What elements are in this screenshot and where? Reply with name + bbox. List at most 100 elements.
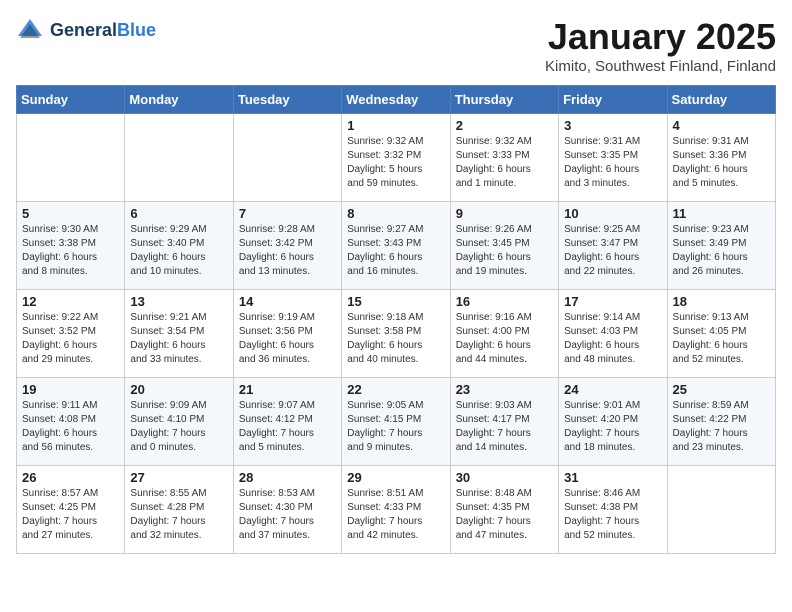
day-cell: 13Sunrise: 9:21 AM Sunset: 3:54 PM Dayli… [125,290,233,378]
day-number: 9 [456,206,553,221]
day-cell: 15Sunrise: 9:18 AM Sunset: 3:58 PM Dayli… [342,290,450,378]
weekday-header-saturday: Saturday [667,86,775,114]
day-info: Sunrise: 9:32 AM Sunset: 3:33 PM Dayligh… [456,136,532,189]
day-cell: 12 Sunrise: 9:22 AM Sunset: 3:52 PM Dayli… [17,290,125,378]
day-cell: 24 Sunrise: 9:01 AM Sunset: 4:20 PM Dayli… [559,378,667,466]
day-number: 28 [239,470,336,485]
day-number: 21 [239,382,336,397]
day-cell: 21 Sunrise: 9:07 AM Sunset: 4:12 PM Dayli… [233,378,341,466]
day-cell: 26Sunrise: 8:57 AM Sunset: 4:25 PM Dayli… [17,466,125,554]
day-info: Sunrise: 9:31 AM Sunset: 3:35 PM Dayligh… [564,136,640,189]
day-cell [17,114,125,202]
day-cell: 27Sunrise: 8:55 AM Sunset: 4:28 PM Dayli… [125,466,233,554]
day-cell: 2 Sunrise: 9:32 AM Sunset: 3:33 PM Daylig… [450,114,558,202]
day-info: Sunrise: 9:27 AM Sunset: 3:43 PM Dayligh… [347,224,423,277]
day-cell [233,114,341,202]
day-info: Sunrise: 9:30 AM Sunset: 3:38 PM Dayligh… [22,224,98,277]
day-number: 25 [673,382,770,397]
day-info: Sunrise: 9:29 AM Sunset: 3:40 PM Dayligh… [130,224,206,277]
day-info: Sunrise: 9:09 AM Sunset: 4:10 PM Dayligh… [130,400,206,453]
weekday-header-friday: Friday [559,86,667,114]
day-cell: 14Sunrise: 9:19 AM Sunset: 3:56 PM Dayli… [233,290,341,378]
day-info: Sunrise: 8:55 AM Sunset: 4:28 PM Dayligh… [130,488,206,541]
day-cell: 5 Sunrise: 9:30 AM Sunset: 3:38 PM Daylig… [17,202,125,290]
logo: GeneralBlue [16,16,156,44]
day-info: Sunrise: 8:59 AM Sunset: 4:22 PM Dayligh… [673,400,749,453]
day-cell: 29Sunrise: 8:51 AM Sunset: 4:33 PM Dayli… [342,466,450,554]
day-number: 18 [673,294,770,309]
day-info: Sunrise: 9:03 AM Sunset: 4:17 PM Dayligh… [456,400,532,453]
day-number: 24 [564,382,661,397]
day-cell: 9 Sunrise: 9:26 AM Sunset: 3:45 PM Daylig… [450,202,558,290]
day-number: 12 [22,294,119,309]
week-row-1: 1Sunrise: 9:32 AM Sunset: 3:32 PM Daylig… [17,114,776,202]
day-info: Sunrise: 9:28 AM Sunset: 3:42 PM Dayligh… [239,224,315,277]
day-number: 6 [130,206,227,221]
page-header: GeneralBlue January 2025 Kimito, Southwe… [16,16,776,75]
weekday-header-monday: Monday [125,86,233,114]
week-row-3: 12 Sunrise: 9:22 AM Sunset: 3:52 PM Dayli… [17,290,776,378]
day-info: Sunrise: 9:25 AM Sunset: 3:47 PM Dayligh… [564,224,640,277]
day-cell: 19 Sunrise: 9:11 AM Sunset: 4:08 PM Dayli… [17,378,125,466]
day-info: Sunrise: 9:05 AM Sunset: 4:15 PM Dayligh… [347,400,423,453]
day-number: 7 [239,206,336,221]
month-title: January 2025 [545,16,776,58]
weekday-header-thursday: Thursday [450,86,558,114]
day-number: 23 [456,382,553,397]
day-cell: 6 Sunrise: 9:29 AM Sunset: 3:40 PM Daylig… [125,202,233,290]
day-cell: 20Sunrise: 9:09 AM Sunset: 4:10 PM Dayli… [125,378,233,466]
day-info: Sunrise: 9:07 AM Sunset: 4:12 PM Dayligh… [239,400,315,453]
logo-text: GeneralBlue [50,20,156,41]
logo-general: General [50,20,117,40]
logo-icon [16,16,44,44]
day-info: Sunrise: 9:13 AM Sunset: 4:05 PM Dayligh… [673,312,749,365]
day-cell: 22Sunrise: 9:05 AM Sunset: 4:15 PM Dayli… [342,378,450,466]
week-row-5: 26Sunrise: 8:57 AM Sunset: 4:25 PM Dayli… [17,466,776,554]
day-info: Sunrise: 9:01 AM Sunset: 4:20 PM Dayligh… [564,400,640,453]
day-number: 29 [347,470,444,485]
day-cell: 25 Sunrise: 8:59 AM Sunset: 4:22 PM Dayli… [667,378,775,466]
day-number: 10 [564,206,661,221]
day-info: Sunrise: 8:48 AM Sunset: 4:35 PM Dayligh… [456,488,532,541]
day-cell: 7 Sunrise: 9:28 AM Sunset: 3:42 PM Daylig… [233,202,341,290]
day-number: 3 [564,118,661,133]
day-info: Sunrise: 8:46 AM Sunset: 4:38 PM Dayligh… [564,488,640,541]
day-info: Sunrise: 9:23 AM Sunset: 3:49 PM Dayligh… [673,224,749,277]
logo-blue: Blue [117,20,156,40]
weekday-header-tuesday: Tuesday [233,86,341,114]
title-area: January 2025 Kimito, Southwest Finland, … [545,16,776,75]
day-cell: 16Sunrise: 9:16 AM Sunset: 4:00 PM Dayli… [450,290,558,378]
day-cell: 18 Sunrise: 9:13 AM Sunset: 4:05 PM Dayli… [667,290,775,378]
day-number: 30 [456,470,553,485]
day-number: 17 [564,294,661,309]
weekday-header-wednesday: Wednesday [342,86,450,114]
day-info: Sunrise: 9:18 AM Sunset: 3:58 PM Dayligh… [347,312,423,365]
day-info: Sunrise: 9:11 AM Sunset: 4:08 PM Dayligh… [22,400,97,453]
day-cell: 31 Sunrise: 8:46 AM Sunset: 4:38 PM Dayli… [559,466,667,554]
day-cell: 10 Sunrise: 9:25 AM Sunset: 3:47 PM Dayli… [559,202,667,290]
day-number: 1 [347,118,444,133]
week-row-2: 5 Sunrise: 9:30 AM Sunset: 3:38 PM Daylig… [17,202,776,290]
day-number: 2 [456,118,553,133]
day-cell: 28Sunrise: 8:53 AM Sunset: 4:30 PM Dayli… [233,466,341,554]
day-info: Sunrise: 9:22 AM Sunset: 3:52 PM Dayligh… [22,312,98,365]
day-cell [125,114,233,202]
day-cell: 17Sunrise: 9:14 AM Sunset: 4:03 PM Dayli… [559,290,667,378]
day-cell: 30 Sunrise: 8:48 AM Sunset: 4:35 PM Dayli… [450,466,558,554]
day-info: Sunrise: 9:31 AM Sunset: 3:36 PM Dayligh… [673,136,749,189]
day-cell: 23 Sunrise: 9:03 AM Sunset: 4:17 PM Dayli… [450,378,558,466]
day-number: 11 [673,206,770,221]
day-info: Sunrise: 9:26 AM Sunset: 3:45 PM Dayligh… [456,224,532,277]
calendar-table: SundayMondayTuesdayWednesdayThursdayFrid… [16,85,776,554]
day-cell: 3 Sunrise: 9:31 AM Sunset: 3:35 PM Daylig… [559,114,667,202]
day-number: 31 [564,470,661,485]
day-number: 5 [22,206,119,221]
day-info: Sunrise: 8:57 AM Sunset: 4:25 PM Dayligh… [22,488,98,541]
weekday-header-sunday: Sunday [17,86,125,114]
day-cell: 8Sunrise: 9:27 AM Sunset: 3:43 PM Daylig… [342,202,450,290]
weekday-header-row: SundayMondayTuesdayWednesdayThursdayFrid… [17,86,776,114]
day-info: Sunrise: 9:16 AM Sunset: 4:00 PM Dayligh… [456,312,532,365]
day-cell [667,466,775,554]
day-number: 19 [22,382,119,397]
day-cell: 11 Sunrise: 9:23 AM Sunset: 3:49 PM Dayli… [667,202,775,290]
